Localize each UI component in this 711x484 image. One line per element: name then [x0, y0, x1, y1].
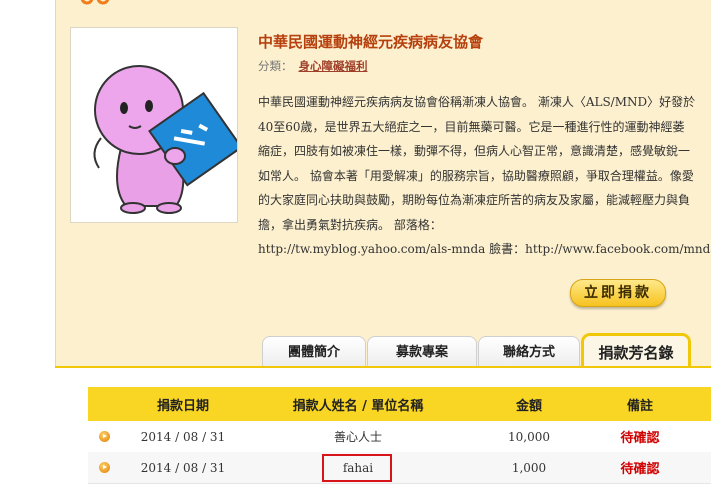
header-note: 備註: [626, 398, 653, 414]
category-label: 分類：: [258, 59, 293, 73]
bicycle-logo-icon: [80, 0, 110, 5]
pink-character-illustration: [93, 65, 243, 214]
tab-organization-intro[interactable]: 團體簡介: [262, 336, 366, 369]
organization-name[interactable]: 中華民國運動神經元疾病病友協會: [258, 31, 483, 52]
cell-date: 2014 / 08 / 31: [140, 460, 226, 475]
donor-table-header: 捐款日期 捐款人姓名 / 單位名稱 金額 備註: [88, 387, 711, 421]
organization-photo: [70, 27, 243, 223]
arrow-bullet-icon: [99, 431, 110, 442]
cell-amount: 10,000: [508, 429, 550, 444]
tab-fundraising-projects[interactable]: 募款專案: [367, 336, 477, 369]
donor-name-highlight: [322, 454, 392, 482]
category-row: 分類： 身心障礙福利: [258, 58, 368, 74]
description-text: 中華民國運動神經元疾病病友協會俗稱漸凍人協會。 漸凍人〈ALS/MND〉好發於4…: [258, 95, 696, 232]
cell-status: 待確認: [620, 462, 660, 477]
cell-donor-name: 善心人士: [333, 430, 382, 444]
table-row: 2014 / 08 / 31 fahai 1,000 待確認: [88, 452, 711, 484]
arrow-bullet-icon: [99, 462, 110, 473]
description-urls: http://tw.myblog.yahoo.com/als-mnda 臉書：h…: [258, 242, 711, 256]
header-amount: 金額: [515, 398, 542, 414]
header-donor-name: 捐款人姓名 / 單位名稱: [292, 398, 424, 414]
donate-now-button[interactable]: 立即捐款: [570, 279, 666, 307]
category-link[interactable]: 身心障礙福利: [299, 59, 368, 73]
cell-status: 待確認: [620, 431, 660, 446]
cell-amount: 1,000: [511, 460, 547, 475]
header-date: 捐款日期: [156, 398, 209, 414]
table-row: 2014 / 08 / 31 善心人士 10,000 待確認: [88, 421, 711, 453]
organization-description: 中華民國運動神經元疾病病友協會俗稱漸凍人協會。 漸凍人〈ALS/MND〉好發於4…: [258, 90, 711, 262]
tab-contact-info[interactable]: 聯絡方式: [478, 336, 580, 369]
cell-date: 2014 / 08 / 31: [140, 429, 226, 444]
